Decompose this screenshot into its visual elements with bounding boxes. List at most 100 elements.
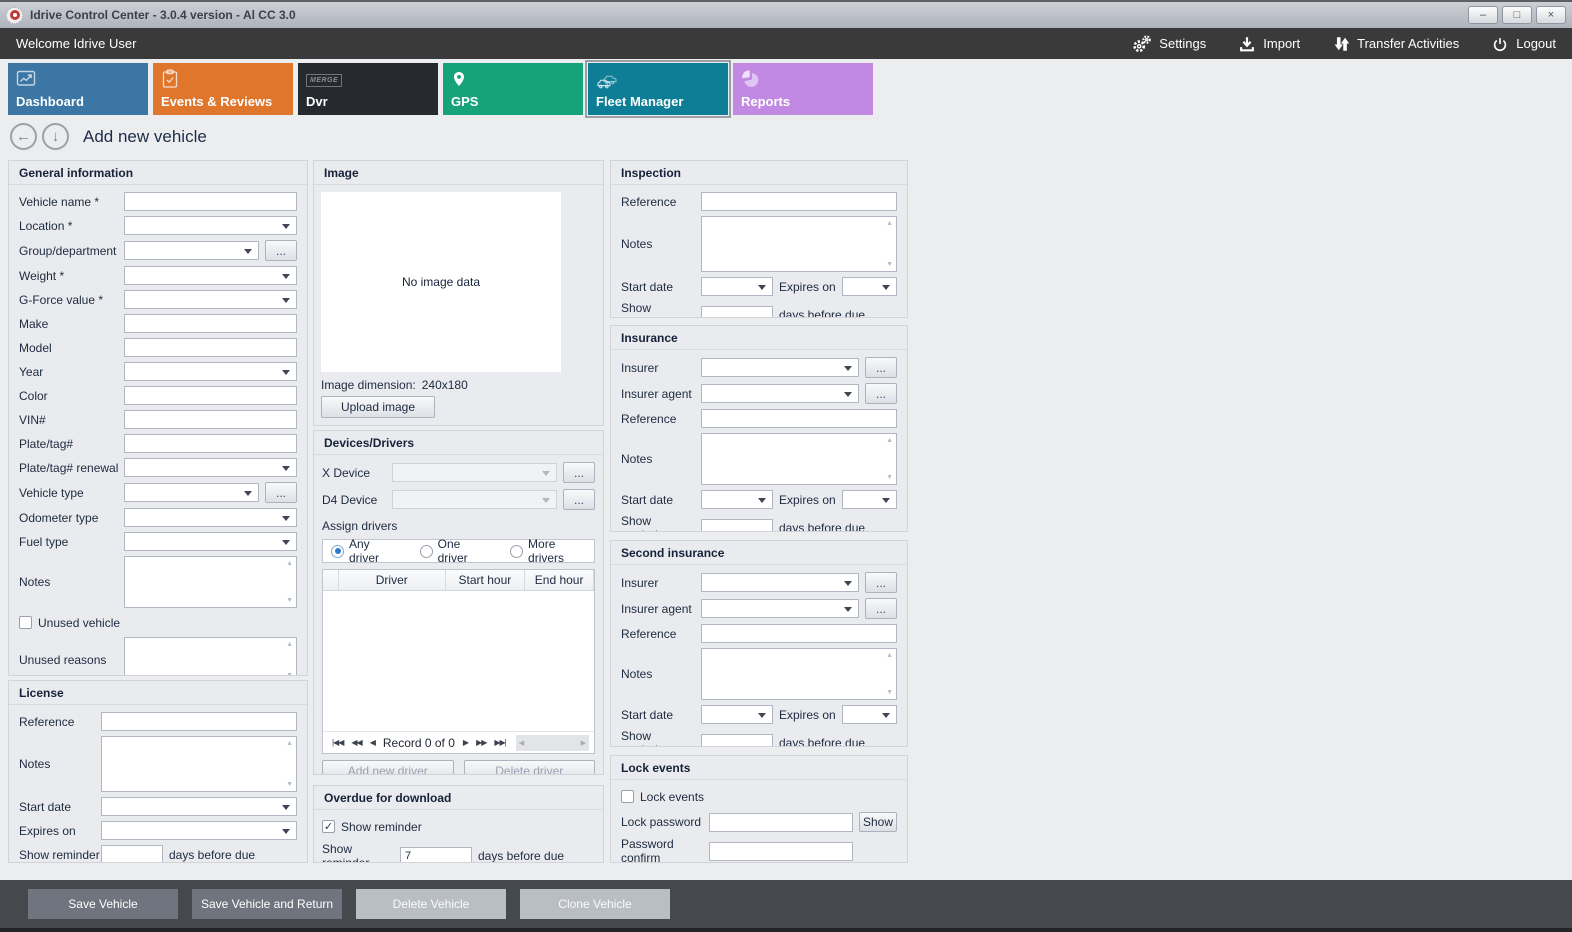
license-reference-input[interactable] — [101, 712, 297, 731]
insurance-start-date-select[interactable] — [701, 490, 773, 509]
horizontal-scrollbar[interactable] — [516, 735, 589, 751]
vehicle-type-select[interactable] — [124, 483, 259, 502]
second-insurance-start-date-select[interactable] — [701, 705, 773, 724]
inspection-notes-textarea[interactable] — [701, 216, 897, 272]
insurer-agent-select[interactable] — [701, 384, 859, 403]
overdue-reminder-days-input[interactable] — [400, 847, 472, 864]
tab-events-reviews[interactable]: Events & Reviews — [153, 63, 293, 115]
general-notes-textarea[interactable] — [124, 556, 297, 608]
inspection-expires-on-select[interactable] — [842, 277, 897, 296]
odometer-type-select[interactable] — [124, 508, 297, 527]
upload-image-button[interactable]: Upload image — [321, 396, 435, 418]
second-insurer-agent-select[interactable] — [701, 599, 859, 618]
license-reminder-days-input[interactable] — [101, 845, 163, 863]
collapse-button[interactable]: ↓ — [42, 123, 69, 150]
insurer-ellipsis-button[interactable]: ... — [865, 357, 897, 378]
plate-tag-input[interactable] — [124, 434, 297, 453]
field-label: Color — [19, 389, 124, 403]
gforce-value-select[interactable] — [124, 290, 297, 309]
model-input[interactable] — [124, 338, 297, 357]
back-button[interactable]: ← — [10, 123, 37, 150]
group-department-ellipsis-button[interactable]: ... — [265, 240, 297, 261]
image-dimension-value: 240x180 — [422, 378, 468, 392]
radio-any-driver[interactable]: Any driver — [331, 537, 396, 565]
insurance-reference-input[interactable] — [701, 409, 897, 428]
color-input[interactable] — [124, 386, 297, 405]
field-label: Odometer type — [19, 511, 124, 525]
second-insurance-notes-textarea[interactable] — [701, 648, 897, 700]
import-menu-item[interactable]: Import — [1238, 34, 1300, 54]
unused-vehicle-checkbox[interactable] — [19, 616, 32, 629]
minimize-button[interactable]: – — [1468, 6, 1498, 24]
field-label: Expires on — [779, 280, 836, 294]
save-vehicle-and-return-button[interactable]: Save Vehicle and Return — [192, 889, 342, 919]
app-header: Welcome Idrive User Settings Import — [0, 28, 1572, 59]
weight-select[interactable] — [124, 266, 297, 285]
license-expires-on-select[interactable] — [101, 821, 297, 840]
transfer-activities-menu-item[interactable]: Transfer Activities — [1332, 34, 1459, 54]
insurer-select[interactable] — [701, 358, 859, 377]
second-insurer-ellipsis-button[interactable]: ... — [865, 572, 897, 593]
field-label: Start date — [621, 493, 701, 507]
show-password-button[interactable]: Show — [859, 812, 897, 832]
vehicle-type-ellipsis-button[interactable]: ... — [265, 482, 297, 503]
second-insurer-select[interactable] — [701, 573, 859, 592]
insurer-agent-ellipsis-button[interactable]: ... — [865, 383, 897, 404]
second-insurance-reminder-days-input[interactable] — [701, 734, 773, 748]
tab-dvr[interactable]: MERGE Dvr — [298, 63, 438, 115]
fuel-type-select[interactable] — [124, 532, 297, 551]
column-header-end-hour[interactable]: End hour — [525, 570, 594, 590]
delete-driver-button[interactable]: Delete driver — [464, 760, 596, 775]
group-department-select[interactable] — [124, 241, 259, 260]
lock-events-checkbox[interactable] — [621, 790, 634, 803]
insurance-expires-on-select[interactable] — [842, 490, 897, 509]
tab-fleet-manager[interactable]: Fleet Manager — [588, 63, 728, 115]
license-start-date-select[interactable] — [101, 797, 297, 816]
tab-dashboard[interactable]: Dashboard — [8, 63, 148, 115]
vehicle-name-input[interactable] — [124, 192, 297, 211]
next-page-button[interactable]: ▶▶ — [476, 738, 486, 747]
settings-menu-item[interactable]: Settings — [1132, 34, 1206, 54]
column-header-start-hour[interactable]: Start hour — [446, 570, 526, 590]
year-select[interactable] — [124, 362, 297, 381]
tab-gps[interactable]: GPS — [443, 63, 583, 115]
password-confirm-input[interactable] — [709, 842, 853, 861]
inspection-reference-input[interactable] — [701, 192, 897, 211]
overdue-show-reminder-checkbox[interactable]: ✓ — [322, 820, 335, 833]
days-before-due-label: days before due — [169, 848, 255, 862]
close-button[interactable]: × — [1536, 6, 1566, 24]
add-new-driver-button[interactable]: Add new driver — [322, 760, 454, 775]
radio-more-drivers[interactable]: More drivers — [510, 537, 586, 565]
insurance-reminder-days-input[interactable] — [701, 519, 773, 533]
second-insurance-expires-on-select[interactable] — [842, 705, 897, 724]
second-insurer-agent-ellipsis-button[interactable]: ... — [865, 598, 897, 619]
prev-page-button[interactable]: ◀◀ — [351, 738, 361, 747]
last-record-button[interactable]: ▶▶| — [494, 738, 505, 747]
field-label: Show reminder — [19, 848, 101, 862]
insurance-notes-textarea[interactable] — [701, 433, 897, 485]
inspection-start-date-select[interactable] — [701, 277, 773, 296]
vin-input[interactable] — [124, 410, 297, 429]
first-record-button[interactable]: |◀◀ — [332, 738, 343, 747]
maximize-button[interactable]: □ — [1502, 6, 1532, 24]
d4-device-ellipsis-button[interactable]: ... — [563, 489, 595, 510]
plate-tag-renewal-select[interactable] — [124, 458, 297, 477]
unused-vehicle-label: Unused vehicle — [38, 616, 120, 630]
make-input[interactable] — [124, 314, 297, 333]
radio-one-driver[interactable]: One driver — [420, 537, 486, 565]
license-notes-textarea[interactable] — [101, 736, 297, 792]
unused-reasons-textarea[interactable] — [124, 637, 297, 676]
next-record-button[interactable]: ▶ — [463, 738, 468, 747]
x-device-ellipsis-button[interactable]: ... — [563, 462, 595, 483]
column-header-driver[interactable]: Driver — [339, 570, 446, 590]
lock-password-input[interactable] — [709, 813, 853, 832]
location-select[interactable] — [124, 216, 297, 235]
prev-record-button[interactable]: ◀ — [370, 738, 375, 747]
field-label: Expires on — [19, 824, 101, 838]
tab-reports[interactable]: Reports — [733, 63, 873, 115]
second-insurance-reference-input[interactable] — [701, 624, 897, 643]
logout-menu-item[interactable]: Logout — [1491, 34, 1556, 54]
devices-drivers-panel: Devices/Drivers X Device ... D4 Device .… — [313, 430, 604, 775]
save-vehicle-button[interactable]: Save Vehicle — [28, 889, 178, 919]
inspection-reminder-days-input[interactable] — [701, 306, 773, 319]
